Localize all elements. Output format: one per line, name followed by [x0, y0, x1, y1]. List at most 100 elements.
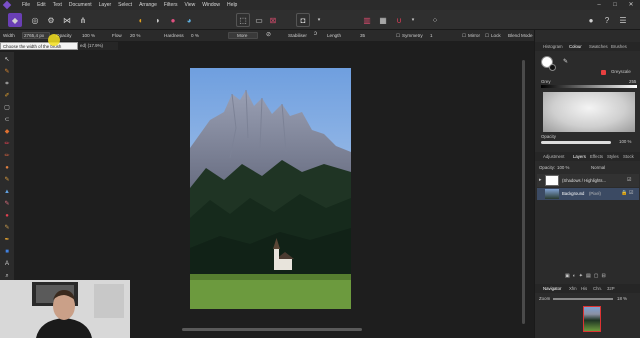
- crop-tool-icon[interactable]: ⌗: [3, 80, 11, 88]
- menu-file[interactable]: File: [22, 2, 30, 8]
- brush-preview-icon[interactable]: ⊘: [266, 31, 271, 38]
- clone-tool-icon[interactable]: ✎: [3, 176, 11, 184]
- tab-32p[interactable]: 32P: [607, 286, 615, 291]
- opacity-value[interactable]: 100 %: [82, 33, 95, 38]
- red-eye-icon[interactable]: ●: [3, 212, 11, 220]
- tab-navigator[interactable]: Navigator: [543, 286, 561, 291]
- tab-colour[interactable]: Colour: [569, 44, 582, 49]
- auto-contrast-icon[interactable]: ◑: [150, 13, 164, 27]
- navigator-preview[interactable]: [583, 306, 601, 332]
- opacity-slider[interactable]: [541, 141, 611, 144]
- zoom-slider[interactable]: [553, 298, 613, 300]
- tab-stock[interactable]: Stock: [623, 154, 634, 159]
- develop-persona-icon[interactable]: ⚙: [44, 13, 58, 27]
- hardness-value[interactable]: 0 %: [191, 33, 199, 38]
- snapping-dropdown-icon[interactable]: ▾: [406, 13, 420, 27]
- colour-replacement-icon[interactable]: ✏: [3, 152, 11, 160]
- menu-layer[interactable]: Layer: [99, 2, 112, 8]
- menu-document[interactable]: Document: [69, 2, 92, 8]
- tab-swatches[interactable]: Swatches: [589, 44, 608, 49]
- auto-white-balance-icon[interactable]: ◕: [182, 13, 196, 27]
- layer-row[interactable]: Background (Pixel) 🔒 ☑: [537, 188, 639, 200]
- fx-icon[interactable]: ✦: [579, 273, 583, 281]
- layer-mask-icon[interactable]: ▣: [565, 273, 570, 281]
- layer-opacity-value[interactable]: 100 %: [557, 165, 569, 170]
- colour-mode-dropdown[interactable]: Greyscale: [611, 69, 631, 74]
- menu-view[interactable]: View: [185, 2, 196, 8]
- document-tab[interactable]: ed) (17.9%): [78, 42, 118, 50]
- layer-row[interactable]: ▸ (Shadows / Highlights... ☑: [537, 174, 639, 187]
- zoom-value[interactable]: 18 %: [617, 296, 627, 301]
- tab-histogram[interactable]: Histogram: [543, 44, 563, 49]
- tab-adjustment[interactable]: Adjustment: [543, 154, 565, 159]
- dropdown-arrow-icon[interactable]: ▾: [312, 13, 326, 27]
- selection-mode-icon[interactable]: ⬚: [236, 13, 250, 27]
- symmetry-value[interactable]: 1: [430, 33, 433, 38]
- more-button[interactable]: More: [237, 33, 247, 38]
- selection-brush-icon[interactable]: ✐: [3, 92, 11, 100]
- tab-history[interactable]: His: [581, 286, 587, 291]
- mirror-checkbox[interactable]: ☐: [462, 33, 466, 39]
- snapping-icon[interactable]: ▥: [360, 13, 374, 27]
- freehand-select-icon[interactable]: ⊂: [3, 116, 11, 124]
- photo-persona-icon[interactable]: ◆: [8, 13, 22, 27]
- menu-help[interactable]: Help: [227, 2, 237, 8]
- delete-layer-icon[interactable]: ⊟: [601, 273, 605, 281]
- group-icon[interactable]: ▤: [586, 273, 591, 281]
- view-tool-icon[interactable]: ✎: [3, 68, 11, 76]
- flow-value[interactable]: 20 %: [130, 33, 140, 38]
- expand-arrow-icon[interactable]: ▸: [539, 177, 542, 183]
- eyedropper-icon[interactable]: ✎: [563, 58, 568, 65]
- help-icon[interactable]: ?: [600, 13, 614, 27]
- menu-window[interactable]: Window: [202, 2, 220, 8]
- tab-channels[interactable]: Chn.: [593, 286, 602, 291]
- rope-icon[interactable]: ↄ: [314, 31, 317, 37]
- adjustment-icon[interactable]: ◐: [573, 273, 576, 281]
- vertical-scrollbar[interactable]: [522, 60, 525, 324]
- tab-brushes[interactable]: Brushes: [611, 44, 627, 49]
- tab-layers[interactable]: Layers: [573, 154, 586, 159]
- secondary-colour-swatch[interactable]: [549, 64, 556, 71]
- flood-fill-icon[interactable]: ◆: [3, 128, 11, 136]
- lock-icon[interactable]: 🔒: [621, 190, 627, 196]
- user-icon[interactable]: ●: [584, 13, 598, 27]
- marquee-icon[interactable]: ▭: [252, 13, 266, 27]
- horizontal-scrollbar[interactable]: [182, 328, 362, 331]
- move-tool-icon[interactable]: ↖: [3, 56, 11, 64]
- share-icon[interactable]: ⋔: [76, 13, 90, 27]
- marquee-tool-icon[interactable]: ▢: [3, 104, 11, 112]
- visibility-checkbox[interactable]: ☑: [629, 190, 633, 196]
- menu-arrange[interactable]: Arrange: [139, 2, 157, 8]
- tone-mapping-persona-icon[interactable]: ⋈: [60, 13, 74, 27]
- zoom-tool-icon[interactable]: ⌕: [3, 272, 11, 280]
- menu-select[interactable]: Select: [118, 2, 132, 8]
- add-layer-icon[interactable]: ▢: [594, 273, 599, 281]
- menu-edit[interactable]: Edit: [37, 2, 46, 8]
- maximize-button[interactable]: □: [608, 0, 622, 10]
- noise-swatch[interactable]: [601, 70, 606, 75]
- deselect-icon[interactable]: ⊠: [266, 13, 280, 27]
- shape-tool-icon[interactable]: ■: [3, 248, 11, 256]
- colour-opacity-value[interactable]: 100 %: [619, 139, 631, 144]
- magnet-icon[interactable]: ∪: [392, 13, 406, 27]
- dodge-icon[interactable]: ●: [3, 164, 11, 172]
- symmetry-checkbox[interactable]: ☐: [396, 33, 400, 39]
- pen-tool-icon[interactable]: ✒: [3, 236, 11, 244]
- colour-wheel-box[interactable]: [543, 92, 635, 132]
- document-image[interactable]: [190, 68, 351, 309]
- retouch-icon[interactable]: ▲: [3, 188, 11, 196]
- inpainting-icon[interactable]: ✎: [3, 200, 11, 208]
- paint-brush-icon[interactable]: ✏: [3, 140, 11, 148]
- minimize-button[interactable]: –: [592, 0, 606, 10]
- sample-icon[interactable]: ⁘: [428, 13, 442, 27]
- layer-blend-dropdown[interactable]: Normal: [591, 165, 605, 170]
- grid-icon[interactable]: ▦: [376, 13, 390, 27]
- lock-checkbox[interactable]: ☐: [485, 33, 489, 39]
- quick-mask-icon[interactable]: ◘: [296, 13, 310, 27]
- grey-value[interactable]: 255: [629, 79, 636, 84]
- auto-colour-icon[interactable]: ●: [166, 13, 180, 27]
- text-tool-icon[interactable]: A: [3, 260, 11, 268]
- blemish-icon[interactable]: ✎: [3, 224, 11, 232]
- visibility-checkbox[interactable]: ☑: [627, 177, 631, 183]
- tab-transform[interactable]: Xfm: [569, 286, 577, 291]
